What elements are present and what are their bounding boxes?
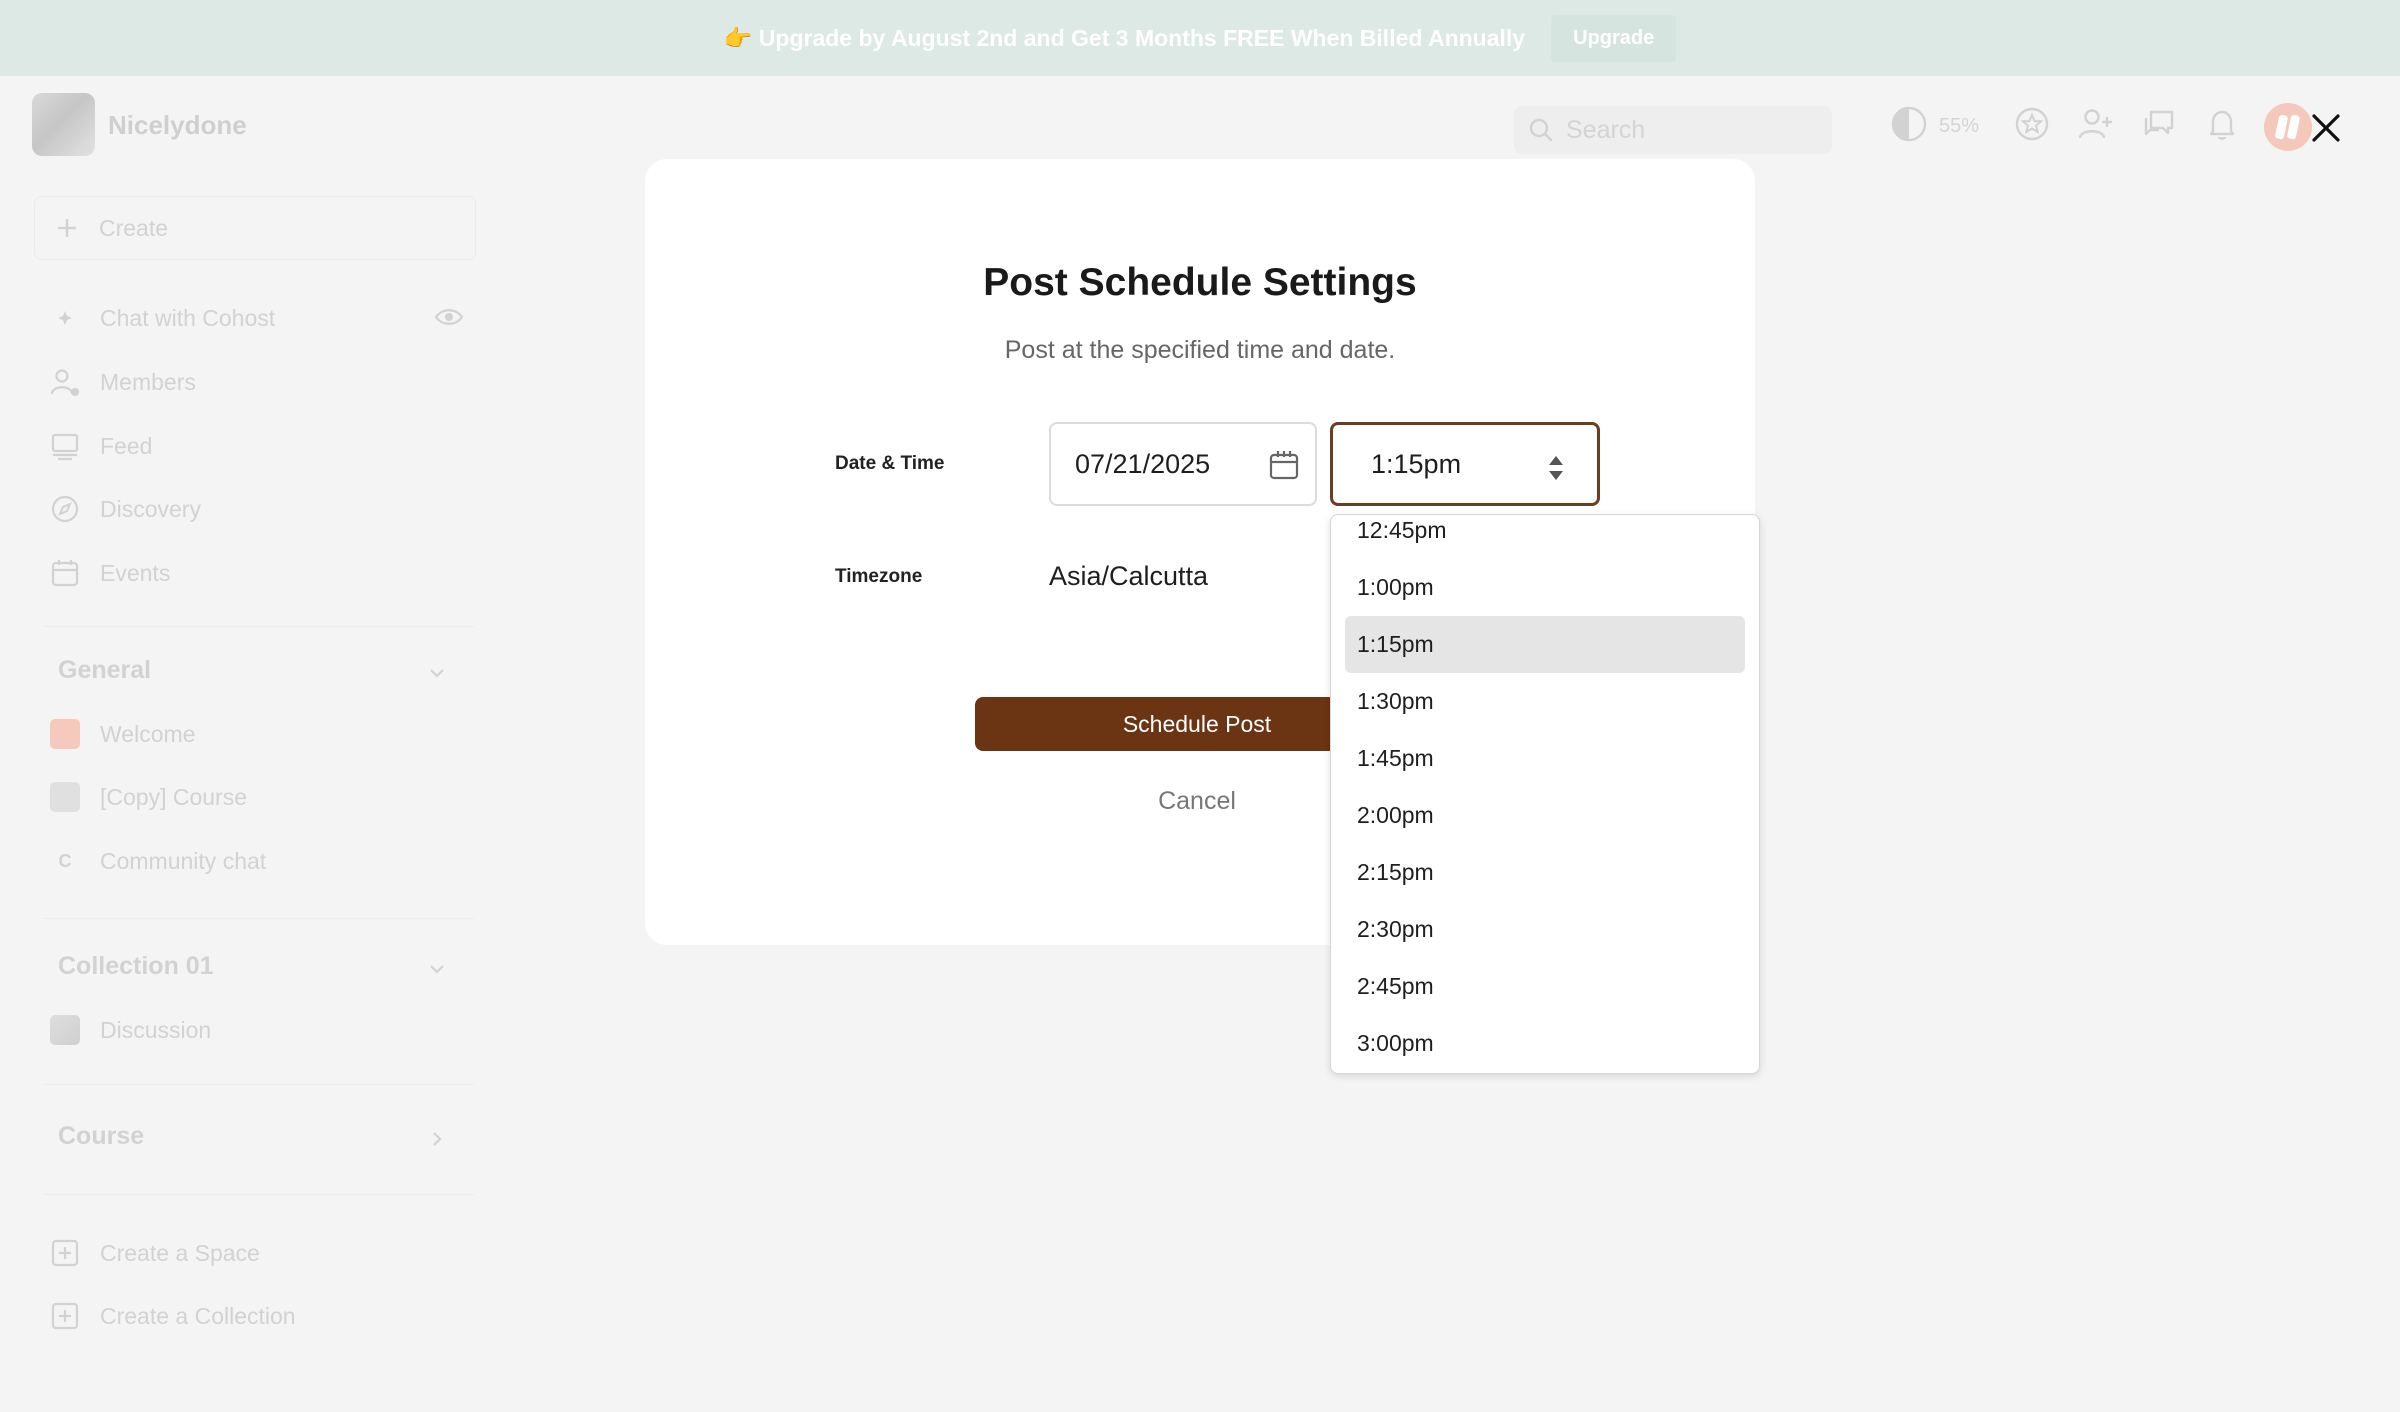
sidebar-item-members[interactable]: Members [50,362,196,402]
time-select[interactable]: 1:15pm [1330,422,1600,506]
sidebar-item-label: Events [100,559,171,586]
sidebar-item-label: Feed [100,432,153,459]
chevron-right-icon[interactable] [426,1128,448,1150]
compass-icon [51,495,79,523]
create-collection-button[interactable]: Create a Collection [50,1296,296,1336]
plus-icon [58,219,76,237]
add-user-icon[interactable] [2075,104,2115,144]
eye-icon[interactable] [434,306,464,333]
time-option[interactable]: 1:45pm [1345,730,1745,787]
search-icon [1529,118,1553,142]
time-option[interactable]: 1:00pm [1345,559,1745,616]
sidebar-item-discussion[interactable]: Discussion [50,1010,211,1050]
search-bar[interactable] [1514,106,1832,154]
sidebar-divider [44,1194,474,1195]
community-name[interactable]: Nicelydone [108,110,247,141]
time-dropdown-list[interactable]: 12:45pm 1:00pm 1:15pm 1:30pm 1:45pm 2:00… [1330,514,1760,1074]
calendar-icon [51,560,79,587]
sidebar-item-label: Members [100,368,196,395]
sparkle-icon [58,311,72,325]
bell-icon[interactable] [2202,104,2242,144]
time-option[interactable]: 2:00pm [1345,787,1745,844]
members-icon [50,369,79,396]
upgrade-button[interactable]: Upgrade [1551,14,1677,62]
community-logo[interactable] [32,93,95,156]
plus-box-icon [51,1302,79,1330]
star-badge-icon[interactable] [2012,104,2052,144]
time-option[interactable]: 1:30pm [1345,673,1745,730]
section-title-general[interactable]: General [58,656,151,685]
sidebar-item-label: Discovery [100,495,201,522]
date-input[interactable]: 07/21/2025 [1049,422,1317,506]
time-option[interactable]: 2:45pm [1345,958,1745,1015]
sidebar-item-feed[interactable]: Feed [50,426,152,466]
sidebar-item-copy-course[interactable]: [Copy] Course [50,777,247,817]
contrast-percent: 55% [1939,115,1980,137]
sidebar-item-label: Create a Space [100,1239,260,1266]
sidebar-item-community-chat[interactable]: C Community chat [50,841,266,881]
sidebar-divider [44,626,474,627]
sidebar-item-label: Chat with Cohost [100,304,276,331]
user-avatar[interactable] [2264,103,2312,151]
sidebar-item-chat-with-cohost[interactable]: Chat with Cohost [50,298,275,338]
sidebar-item-label: [Copy] Course [100,783,248,810]
chevron-down-icon[interactable] [426,958,448,980]
time-value: 1:15pm [1371,448,1462,479]
date-value: 07/21/2025 [1075,448,1211,479]
create-label: Create [99,214,169,241]
timezone-label: Timezone [835,566,923,587]
chevron-down-icon[interactable] [426,662,448,684]
sidebar-item-label: Discussion [100,1016,212,1043]
modal-subtitle: Post at the specified time and date. [1004,336,1396,364]
select-arrows-icon [1549,456,1563,480]
contrast-icon[interactable] [1889,104,1929,144]
section-title-collection-01[interactable]: Collection 01 [58,952,214,981]
welcome-space-icon [50,719,80,749]
banner-text: 👉 Upgrade by August 2nd and Get 3 Months… [723,24,1526,51]
sidebar-divider [44,918,474,919]
sidebar-item-discovery[interactable]: Discovery [50,489,201,529]
time-option[interactable]: 3:00pm [1345,1015,1745,1072]
sidebar-item-label: Welcome [100,720,196,747]
sidebar: Create Chat with Cohost Members Feed Dis… [14,176,486,1412]
discussion-space-icon [50,1015,80,1045]
create-space-button[interactable]: Create a Space [50,1233,260,1273]
sidebar-item-label: Create a Collection [100,1302,296,1329]
search-input[interactable] [1566,115,1816,145]
time-option[interactable]: 12:45pm [1345,515,1745,559]
timezone-value: Asia/Calcutta [1049,561,1209,591]
time-option-selected[interactable]: 1:15pm [1345,616,1745,673]
chat-icon[interactable] [2139,104,2179,144]
modal-title: Post Schedule Settings [983,261,1417,304]
section-title-course[interactable]: Course [58,1122,144,1151]
plus-box-icon [51,1239,79,1267]
course-space-icon [50,782,80,812]
sidebar-item-events[interactable]: Events [50,553,170,593]
upgrade-banner: 👉 Upgrade by August 2nd and Get 3 Months… [0,0,2400,76]
time-option[interactable]: 2:15pm [1345,844,1745,901]
community-chat-icon: C [50,846,80,876]
create-button[interactable]: Create [34,196,476,260]
feed-icon [51,433,79,461]
time-option[interactable]: 2:30pm [1345,901,1745,958]
sidebar-divider [44,1084,474,1085]
sidebar-item-label: Community chat [100,847,267,874]
date-time-label: Date & Time [835,453,945,474]
calendar-icon[interactable] [1267,448,1301,482]
sidebar-item-welcome[interactable]: Welcome [50,714,195,754]
close-icon[interactable] [2308,110,2344,146]
